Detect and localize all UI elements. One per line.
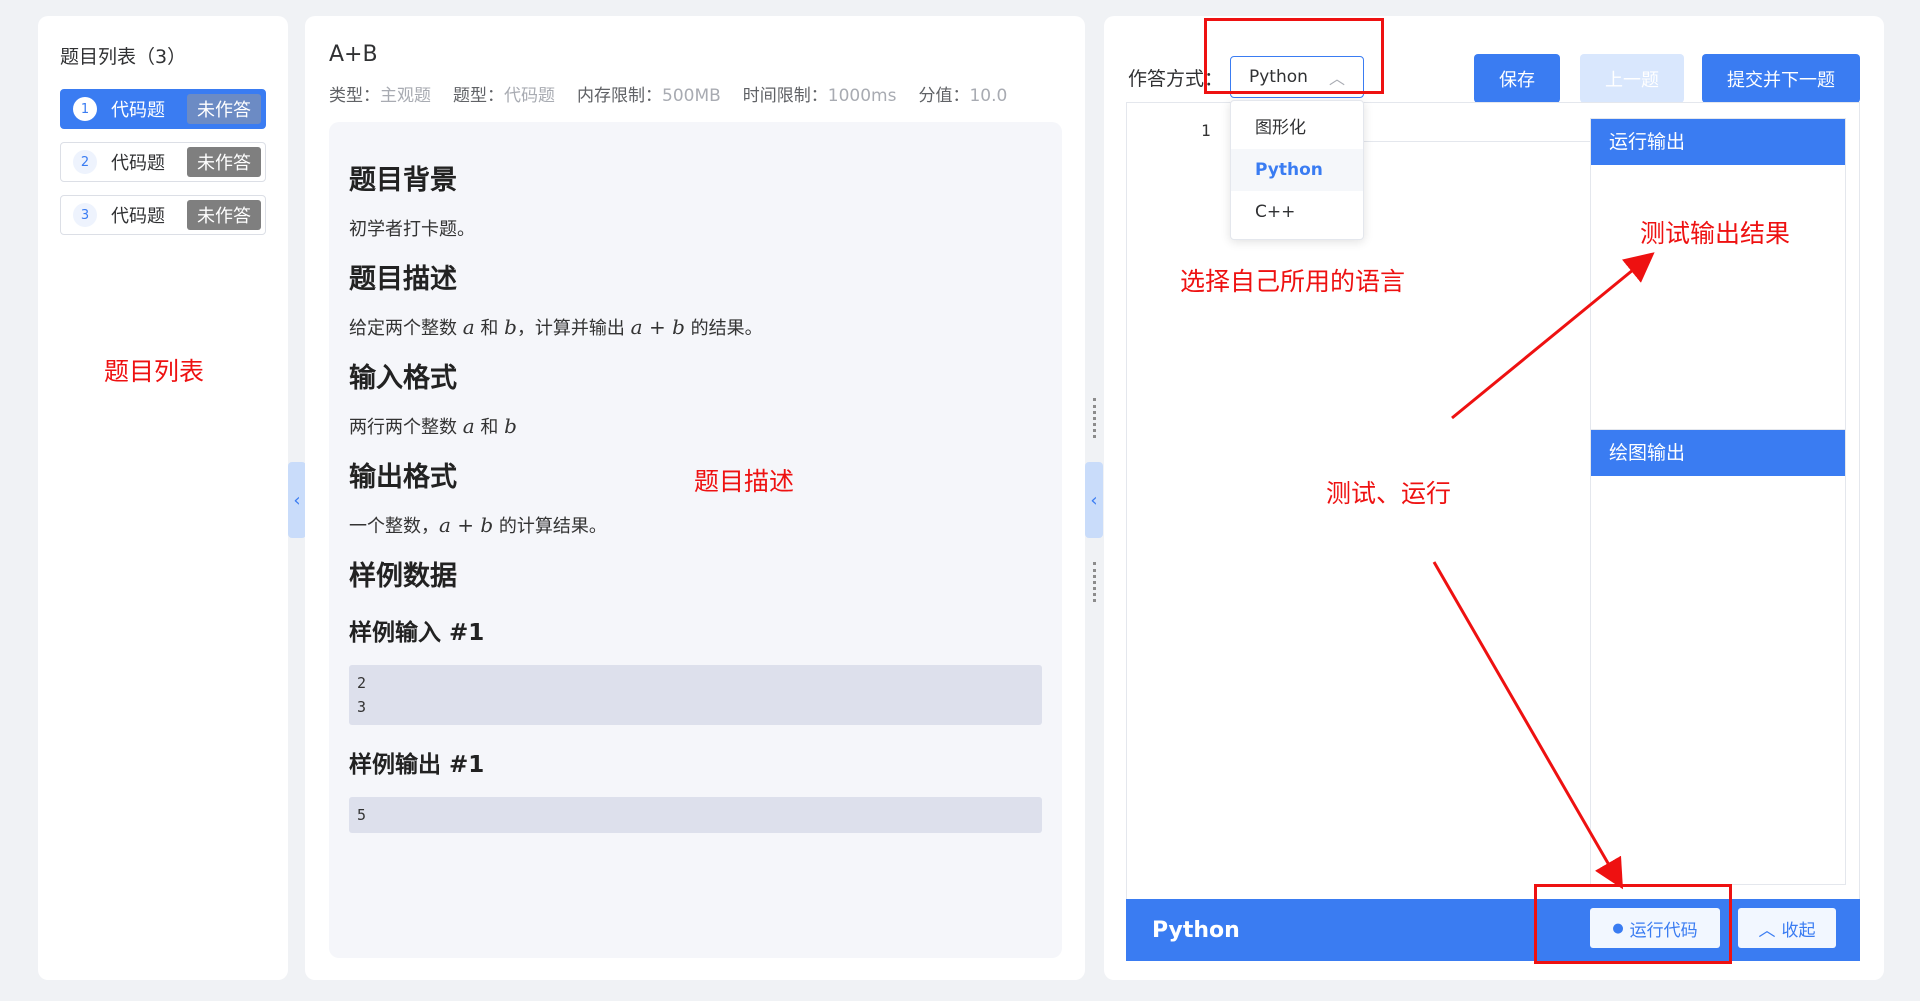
input-format-text: 两行两个整数 a 和 b (349, 414, 517, 438)
output-format-text: 一个整数，a + b 的计算结果。 (349, 513, 607, 537)
language-option-graphical[interactable]: 图形化 (1231, 107, 1363, 149)
question-number: 2 (73, 150, 97, 174)
collapse-label: 收起 (1781, 920, 1816, 941)
meta-key: 内存限制： (577, 86, 662, 106)
question-item-3[interactable]: 3 代码题 未作答 (60, 195, 266, 235)
annotation-box-run (1534, 884, 1732, 964)
question-label: 代码题 (111, 206, 165, 227)
question-label: 代码题 (111, 100, 165, 121)
annotation-problem-desc: 题目描述 (694, 467, 795, 496)
draw-output-title: 绘图输出 (1591, 430, 1845, 476)
meta-value: 主观题 (380, 86, 431, 106)
language-dropdown: 图形化 Python C++ (1230, 100, 1364, 240)
question-list-title: 题目列表（3） (60, 46, 187, 68)
meta-value: 10.0 (969, 86, 1008, 106)
annotation-test-output: 测试输出结果 (1640, 219, 1791, 248)
status-badge: 未作答 (187, 94, 261, 124)
save-button[interactable]: 保存 (1474, 54, 1560, 103)
meta-key: 时间限制： (742, 86, 828, 106)
run-output-panel: 运行输出 (1590, 118, 1846, 430)
section-heading: 题目背景 (349, 165, 457, 196)
problem-meta: 类型：主观题 题型：代码题 内存限制：500MB 时间限制：1000ms 分值：… (329, 81, 1061, 106)
chevron-left-icon: ‹ (1090, 489, 1098, 511)
question-item-2[interactable]: 2 代码题 未作答 (60, 142, 266, 182)
resize-handle-bottom[interactable] (1093, 562, 1096, 602)
sample-output-block: 5 (349, 797, 1042, 833)
question-label: 代码题 (111, 153, 165, 174)
line-number: 1 (1201, 121, 1211, 140)
collapse-middle-handle[interactable]: ‹ (1085, 462, 1103, 538)
collapse-left-handle[interactable]: ‹ (288, 462, 306, 538)
problem-title: A+B (329, 42, 378, 67)
question-number: 3 (73, 203, 97, 227)
meta-key: 题型： (453, 86, 504, 106)
language-option-python[interactable]: Python (1231, 149, 1363, 191)
annotation-question-list: 题目列表 (104, 357, 205, 386)
status-badge: 未作答 (187, 147, 261, 177)
annotation-choose-language: 选择自己所用的语言 (1180, 267, 1406, 296)
answer-panel: 作答方式： Python ︿ 保存 上一题 提交并下一题 1 运行输出 绘图输出… (1104, 16, 1884, 980)
meta-value: 500MB (662, 86, 721, 106)
question-list-panel: 题目列表（3） 1 代码题 未作答 2 代码题 未作答 3 代码题 未作答 (38, 16, 288, 980)
resize-handle-top[interactable] (1093, 398, 1096, 438)
problem-description: 题目背景 初学者打卡题。 题目描述 给定两个整数 a 和 b，计算并输出 a +… (329, 122, 1062, 958)
active-line (1347, 121, 1617, 142)
annotation-test-run: 测试、运行 (1326, 479, 1452, 508)
question-number: 1 (73, 97, 97, 121)
sample-input-block: 2 3 (349, 665, 1042, 725)
sample-input-heading: 样例输入 #1 (349, 620, 485, 646)
draw-output-panel: 绘图输出 (1590, 429, 1846, 885)
question-item-1[interactable]: 1 代码题 未作答 (60, 89, 266, 129)
section-heading: 题目描述 (349, 264, 457, 295)
description-text: 给定两个整数 a 和 b，计算并输出 a + b 的结果。 (349, 315, 763, 339)
section-heading: 样例数据 (349, 561, 457, 592)
collapse-button[interactable]: ︿ 收起 (1738, 908, 1836, 948)
prev-question-button[interactable]: 上一题 (1580, 54, 1684, 103)
meta-value: 1000ms (827, 86, 897, 106)
submit-next-button[interactable]: 提交并下一题 (1702, 54, 1860, 103)
section-heading: 输入格式 (349, 363, 457, 394)
meta-key: 类型： (329, 86, 380, 106)
meta-key: 分值： (918, 86, 970, 106)
sample-output-heading: 样例输出 #1 (349, 752, 485, 778)
status-badge: 未作答 (187, 200, 261, 230)
run-output-title: 运行输出 (1591, 119, 1845, 165)
background-text: 初学者打卡题。 (349, 219, 475, 240)
meta-value: 代码题 (504, 86, 555, 106)
chevron-left-icon: ‹ (293, 489, 301, 511)
chevron-up-icon: ︿ (1758, 920, 1776, 941)
language-option-cpp[interactable]: C++ (1231, 191, 1363, 233)
problem-panel: A+B 类型：主观题 题型：代码题 内存限制：500MB 时间限制：1000ms… (305, 16, 1085, 980)
annotation-box-language (1204, 18, 1384, 94)
